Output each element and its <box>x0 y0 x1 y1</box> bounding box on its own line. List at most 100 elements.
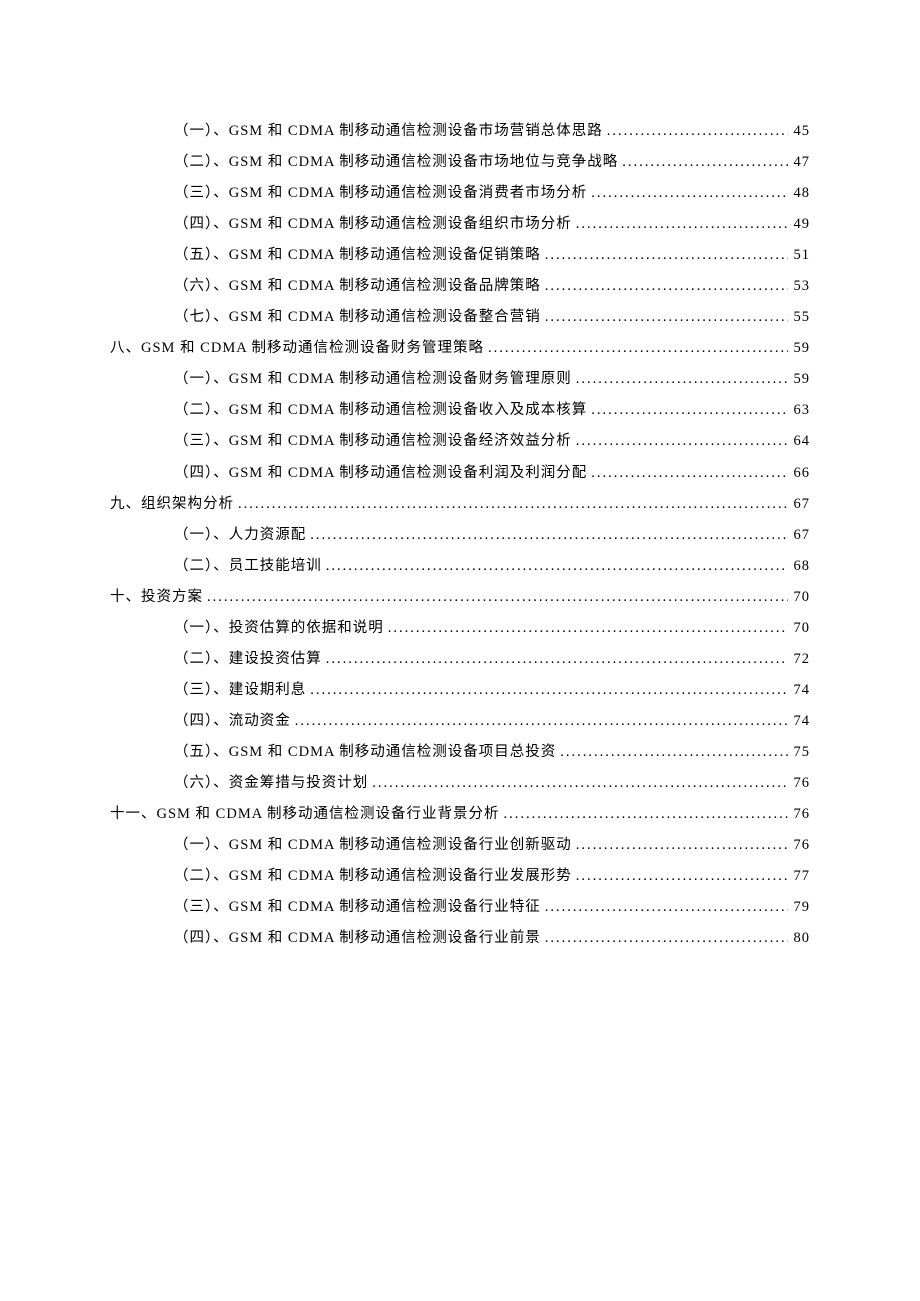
toc-entry: （四）、流动资金 74 <box>110 708 810 736</box>
toc-leader-dots <box>587 460 788 488</box>
toc-leader-dots <box>541 894 788 922</box>
toc-label: （四）、GSM 和 CDMA 制移动通信检测设备行业前景 <box>174 925 541 953</box>
toc-leader-dots <box>384 615 788 643</box>
toc-leader-dots <box>322 646 788 674</box>
toc-entry: （六）、GSM 和 CDMA 制移动通信检测设备品牌策略 53 <box>110 273 810 301</box>
toc-label: 九、组织架构分析 <box>110 491 234 519</box>
toc-page-number: 59 <box>788 366 810 394</box>
toc-page-number: 53 <box>788 273 810 301</box>
toc-page-number: 79 <box>788 894 810 922</box>
toc-page-number: 51 <box>788 242 810 270</box>
toc-page-number: 49 <box>788 211 810 239</box>
toc-entry: （六）、资金筹措与投资计划 76 <box>110 770 810 798</box>
toc-label: （四）、GSM 和 CDMA 制移动通信检测设备组织市场分析 <box>174 211 572 239</box>
toc-page-number: 67 <box>788 491 810 519</box>
toc-entry: （一）、人力资源配67 <box>110 522 810 550</box>
toc-label: 十一、GSM 和 CDMA 制移动通信检测设备行业背景分析 <box>110 801 500 829</box>
toc-entry: （二）、GSM 和 CDMA 制移动通信检测设备行业发展形势 77 <box>110 863 810 891</box>
toc-leader-dots <box>541 304 788 332</box>
toc-page-number: 77 <box>788 863 810 891</box>
toc-entry: （三）、GSM 和 CDMA 制移动通信检测设备消费者市场分析 48 <box>110 180 810 208</box>
toc-label: 十、投资方案 <box>110 584 203 612</box>
toc-leader-dots <box>500 801 788 829</box>
toc-entry: （二）、GSM 和 CDMA 制移动通信检测设备市场地位与竞争战略 47 <box>110 149 810 177</box>
toc-label: 八、GSM 和 CDMA 制移动通信检测设备财务管理策略 <box>110 335 484 363</box>
toc-leader-dots <box>572 428 788 456</box>
toc-leader-dots <box>572 832 788 860</box>
toc-page-number: 76 <box>788 832 810 860</box>
toc-page-number: 74 <box>788 708 810 736</box>
toc-entry: （五）、GSM 和 CDMA 制移动通信检测设备促销策略 51 <box>110 242 810 270</box>
toc-label: （六）、资金筹措与投资计划 <box>174 770 368 798</box>
toc-label: （一）、GSM 和 CDMA 制移动通信检测设备财务管理原则 <box>174 366 572 394</box>
toc-page-number: 76 <box>788 801 810 829</box>
toc-page-number: 70 <box>788 615 810 643</box>
toc-entry: 八、GSM 和 CDMA 制移动通信检测设备财务管理策略 59 <box>110 335 810 363</box>
toc-entry: （三）、GSM 和 CDMA 制移动通信检测设备经济效益分析 64 <box>110 428 810 456</box>
toc-entry: （四）、GSM 和 CDMA 制移动通信检测设备组织市场分析 49 <box>110 211 810 239</box>
toc-label: （五）、GSM 和 CDMA 制移动通信检测设备项目总投资 <box>174 739 556 767</box>
toc-entry: （二）、GSM 和 CDMA 制移动通信检测设备收入及成本核算63 <box>110 397 810 425</box>
toc-label: （一）、GSM 和 CDMA 制移动通信检测设备市场营销总体思路 <box>174 118 603 146</box>
toc-label: （五）、GSM 和 CDMA 制移动通信检测设备促销策略 <box>174 242 541 270</box>
toc-label: （三）、GSM 和 CDMA 制移动通信检测设备消费者市场分析 <box>174 180 587 208</box>
toc-entry: （四）、GSM 和 CDMA 制移动通信检测设备行业前景 80 <box>110 925 810 953</box>
toc-entry: （一）、GSM 和 CDMA 制移动通信检测设备财务管理原则 59 <box>110 366 810 394</box>
toc-page-number: 66 <box>788 460 810 488</box>
toc-leader-dots <box>541 925 788 953</box>
toc-label: （一）、GSM 和 CDMA 制移动通信检测设备行业创新驱动 <box>174 832 572 860</box>
toc-label: （七）、GSM 和 CDMA 制移动通信检测设备整合营销 <box>174 304 541 332</box>
toc-page-number: 59 <box>788 335 810 363</box>
toc-leader-dots <box>556 739 788 767</box>
toc-entry: （三）、GSM 和 CDMA 制移动通信检测设备行业特征 79 <box>110 894 810 922</box>
toc-label: （二）、GSM 和 CDMA 制移动通信检测设备行业发展形势 <box>174 863 572 891</box>
toc-label: （六）、GSM 和 CDMA 制移动通信检测设备品牌策略 <box>174 273 541 301</box>
toc-leader-dots <box>291 708 788 736</box>
toc-label: （三）、建设期利息 <box>174 677 306 705</box>
toc-page-number: 80 <box>788 925 810 953</box>
toc-page-number: 45 <box>788 118 810 146</box>
toc-page-number: 75 <box>788 739 810 767</box>
toc-entry: （五）、GSM 和 CDMA 制移动通信检测设备项目总投资 75 <box>110 739 810 767</box>
toc-entry: （四）、GSM 和 CDMA 制移动通信检测设备利润及利润分配 66 <box>110 460 810 488</box>
toc-entry: 九、组织架构分析 67 <box>110 491 810 519</box>
toc-leader-dots <box>618 149 788 177</box>
toc-leader-dots <box>541 242 788 270</box>
toc-entry: 十一、GSM 和 CDMA 制移动通信检测设备行业背景分析 76 <box>110 801 810 829</box>
toc-leader-dots <box>306 522 788 550</box>
toc-leader-dots <box>572 366 788 394</box>
toc-leader-dots <box>587 180 788 208</box>
toc-leader-dots <box>572 863 788 891</box>
toc-page-number: 63 <box>788 397 810 425</box>
toc-page-number: 74 <box>788 677 810 705</box>
toc-page-number: 55 <box>788 304 810 332</box>
toc-label: （三）、GSM 和 CDMA 制移动通信检测设备行业特征 <box>174 894 541 922</box>
toc-page-number: 67 <box>788 522 810 550</box>
toc-page-number: 48 <box>788 180 810 208</box>
toc-page-number: 64 <box>788 428 810 456</box>
toc-leader-dots <box>572 211 788 239</box>
toc-leader-dots <box>203 584 788 612</box>
toc-page-number: 76 <box>788 770 810 798</box>
toc-entry: （一）、投资估算的依据和说明 70 <box>110 615 810 643</box>
toc-leader-dots <box>484 335 788 363</box>
table-of-contents: （一）、GSM 和 CDMA 制移动通信检测设备市场营销总体思路 45 （二）、GS… <box>110 118 810 953</box>
toc-label: （三）、GSM 和 CDMA 制移动通信检测设备经济效益分析 <box>174 428 572 456</box>
toc-label: （二）、建设投资估算 <box>174 646 322 674</box>
toc-label: （一）、投资估算的依据和说明 <box>174 615 384 643</box>
toc-page-number: 72 <box>788 646 810 674</box>
toc-entry: 十、投资方案 70 <box>110 584 810 612</box>
toc-page-number: 70 <box>788 584 810 612</box>
toc-entry: （一）、GSM 和 CDMA 制移动通信检测设备行业创新驱动 76 <box>110 832 810 860</box>
toc-label: （二）、员工技能培训 <box>174 553 322 581</box>
toc-entry: （二）、建设投资估算 72 <box>110 646 810 674</box>
toc-page-number: 47 <box>788 149 810 177</box>
toc-entry: （一）、GSM 和 CDMA 制移动通信检测设备市场营销总体思路 45 <box>110 118 810 146</box>
toc-page-number: 68 <box>788 553 810 581</box>
toc-leader-dots <box>541 273 788 301</box>
toc-leader-dots <box>234 491 788 519</box>
toc-label: （四）、GSM 和 CDMA 制移动通信检测设备利润及利润分配 <box>174 460 587 488</box>
toc-leader-dots <box>587 397 788 425</box>
toc-label: （四）、流动资金 <box>174 708 291 736</box>
toc-leader-dots <box>368 770 788 798</box>
